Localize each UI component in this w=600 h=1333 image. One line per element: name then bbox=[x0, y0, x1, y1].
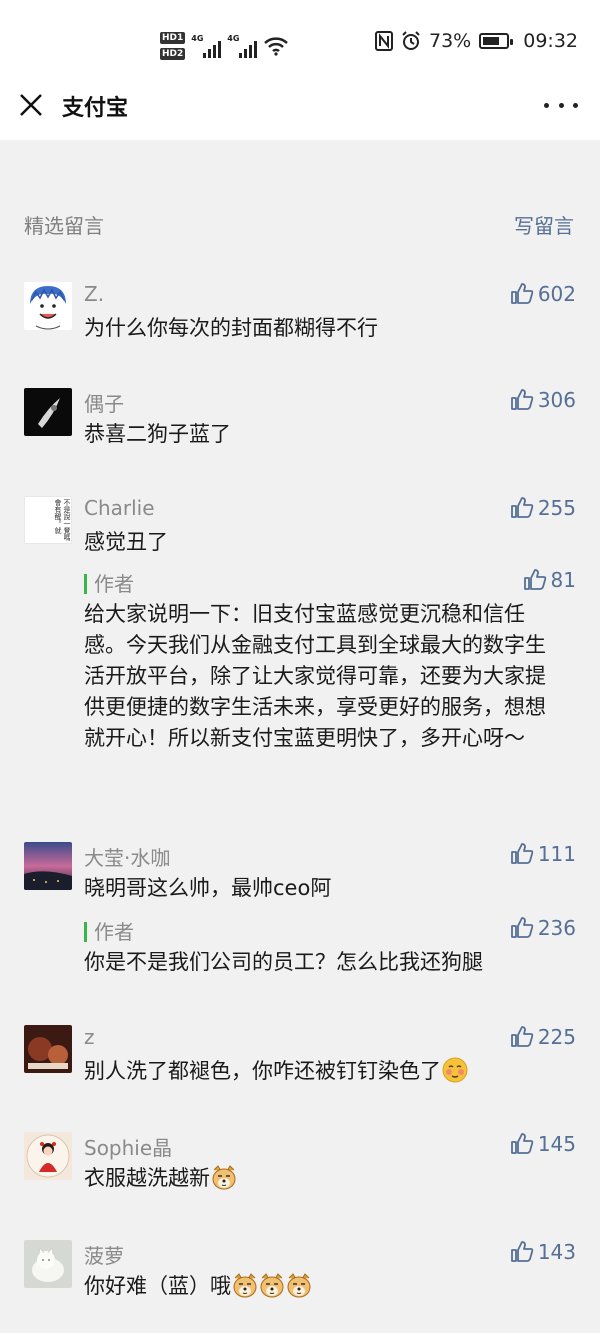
like-button[interactable]: 255 bbox=[510, 496, 576, 520]
reply-author: 作者 bbox=[94, 572, 134, 596]
thumbs-up-icon bbox=[510, 389, 534, 410]
thumbs-up-icon bbox=[510, 843, 534, 864]
comment-item: z 225 别人洗了都褪色，你咋还被钉钉染色了 bbox=[24, 1025, 576, 1095]
thumbs-up-icon bbox=[523, 569, 546, 590]
commenter-name: 大莹·水咖 bbox=[84, 846, 171, 870]
author-reply: 作者 81 给大家说明一下：旧支付宝蓝感觉更沉稳和信任感。今天我们从金融支付工具… bbox=[84, 568, 576, 798]
avatar[interactable]: 不是說一覺嗎會有醒。就 bbox=[24, 496, 72, 544]
comment-text: 衣服越洗越新 bbox=[84, 1163, 564, 1194]
title-bar: 支付宝 bbox=[0, 70, 600, 140]
author-reply-marker bbox=[84, 574, 87, 594]
signal-icon-2: 4G bbox=[227, 34, 258, 58]
nfc-icon bbox=[375, 31, 393, 51]
thumbs-up-icon bbox=[510, 1026, 534, 1047]
doge-emoji-icon bbox=[287, 1273, 311, 1298]
commenter-name: 菠萝 bbox=[84, 1244, 124, 1268]
alarm-icon bbox=[402, 31, 420, 50]
reply-author: 作者 bbox=[94, 920, 134, 944]
close-button[interactable] bbox=[16, 90, 46, 120]
avatar-text: 不是說一覺嗎會有醒。就 bbox=[54, 499, 71, 541]
reply-like-count: 236 bbox=[537, 916, 576, 940]
comment-item: 不是說一覺嗎會有醒。就 Charlie 255 感觉丑了 作者 81 给大家说明… bbox=[24, 496, 576, 796]
more-icon bbox=[544, 102, 549, 108]
comment-text: 感觉丑了 bbox=[84, 530, 168, 554]
more-button[interactable] bbox=[544, 100, 578, 110]
write-comment-link[interactable]: 写留言 bbox=[514, 210, 574, 239]
close-icon bbox=[20, 94, 42, 116]
comment-text: 晓明哥这么帅，最帅ceo阿 bbox=[84, 876, 332, 900]
comment-item: Z. 602 为什么你每次的封面都糊得不行 bbox=[24, 282, 576, 352]
thumbs-up-icon bbox=[510, 497, 534, 518]
thumbs-up-icon bbox=[510, 917, 534, 938]
like-count: 143 bbox=[537, 1240, 576, 1264]
author-reply: 作者 236 你是不是我们公司的员工？怎么比我还狗腿 bbox=[84, 916, 576, 982]
like-button[interactable]: 225 bbox=[510, 1025, 576, 1049]
thumbs-up-icon bbox=[510, 283, 534, 304]
signal-icon-1: 4G bbox=[191, 34, 222, 58]
avatar[interactable] bbox=[24, 282, 72, 330]
like-count: 145 bbox=[537, 1132, 576, 1156]
avatar[interactable] bbox=[24, 842, 72, 890]
author-reply-marker bbox=[84, 922, 87, 942]
comments-section: 精选留言 写留言 Z. 602 为什么你每次的封面都糊得不行 偶子 306 恭喜… bbox=[0, 140, 600, 1333]
hd1-badge: HD1 bbox=[160, 32, 186, 44]
avatar[interactable] bbox=[24, 388, 72, 436]
blushing-face-emoji-icon bbox=[442, 1057, 468, 1083]
comment-item: 菠萝 143 你好难（蓝）哦 bbox=[24, 1240, 576, 1310]
like-count: 111 bbox=[537, 842, 576, 866]
reply-like-button[interactable]: 81 bbox=[523, 568, 576, 592]
reply-like-count: 81 bbox=[550, 568, 576, 592]
commenter-name: Sophie晶 bbox=[84, 1136, 173, 1160]
battery-icon bbox=[479, 33, 514, 49]
comment-text: 为什么你每次的封面都糊得不行 bbox=[84, 316, 378, 340]
doge-emoji-icon bbox=[212, 1165, 236, 1190]
hd-badges: HD1 HD2 bbox=[160, 32, 186, 60]
like-button[interactable]: 306 bbox=[510, 388, 576, 412]
commenter-name: Charlie bbox=[84, 496, 155, 520]
comment-text: 别人洗了都褪色，你咋还被钉钉染色了 bbox=[84, 1056, 564, 1087]
doge-emoji-icon bbox=[233, 1273, 257, 1298]
comment-text: 恭喜二狗子蓝了 bbox=[84, 422, 231, 446]
avatar[interactable] bbox=[24, 1132, 72, 1180]
wifi-icon bbox=[264, 37, 289, 56]
avatar[interactable] bbox=[24, 1240, 72, 1288]
like-button[interactable]: 143 bbox=[510, 1240, 576, 1264]
section-heading: 精选留言 bbox=[24, 214, 104, 238]
avatar[interactable] bbox=[24, 1025, 72, 1073]
reply-text: 给大家说明一下：旧支付宝蓝感觉更沉稳和信任感。今天我们从金融支付工具到全球最大的… bbox=[84, 602, 546, 750]
like-count: 602 bbox=[537, 282, 576, 306]
like-count: 255 bbox=[537, 496, 576, 520]
comment-item: Sophie晶 145 衣服越洗越新 bbox=[24, 1132, 576, 1202]
like-button[interactable]: 145 bbox=[510, 1132, 576, 1156]
network-indicators: HD1 HD2 4G 4G bbox=[160, 26, 289, 66]
commenter-name: z bbox=[84, 1025, 95, 1049]
hd2-badge: HD2 bbox=[160, 48, 186, 60]
page-title: 支付宝 bbox=[62, 96, 129, 121]
status-right: 73% 09:32 bbox=[375, 30, 578, 52]
reply-text: 你是不是我们公司的员工？怎么比我还狗腿 bbox=[84, 950, 483, 974]
comment-item: 大莹·水咖 111 晓明哥这么帅，最帅ceo阿 作者 236 你是不是我们公司的… bbox=[24, 842, 576, 982]
thumbs-up-icon bbox=[510, 1133, 534, 1154]
commenter-name: 偶子 bbox=[84, 392, 124, 416]
reply-like-button[interactable]: 236 bbox=[510, 916, 576, 940]
like-button[interactable]: 111 bbox=[510, 842, 576, 866]
comment-item: 偶子 306 恭喜二狗子蓝了 bbox=[24, 388, 576, 458]
like-count: 225 bbox=[537, 1025, 576, 1049]
battery-percent: 73% bbox=[429, 30, 472, 52]
like-button[interactable]: 602 bbox=[510, 282, 576, 306]
like-count: 306 bbox=[537, 388, 576, 412]
doge-emoji-icon bbox=[260, 1273, 284, 1298]
comment-text: 你好难（蓝）哦 bbox=[84, 1271, 564, 1302]
commenter-name: Z. bbox=[84, 282, 105, 306]
clock: 09:32 bbox=[523, 30, 578, 52]
thumbs-up-icon bbox=[510, 1241, 534, 1262]
